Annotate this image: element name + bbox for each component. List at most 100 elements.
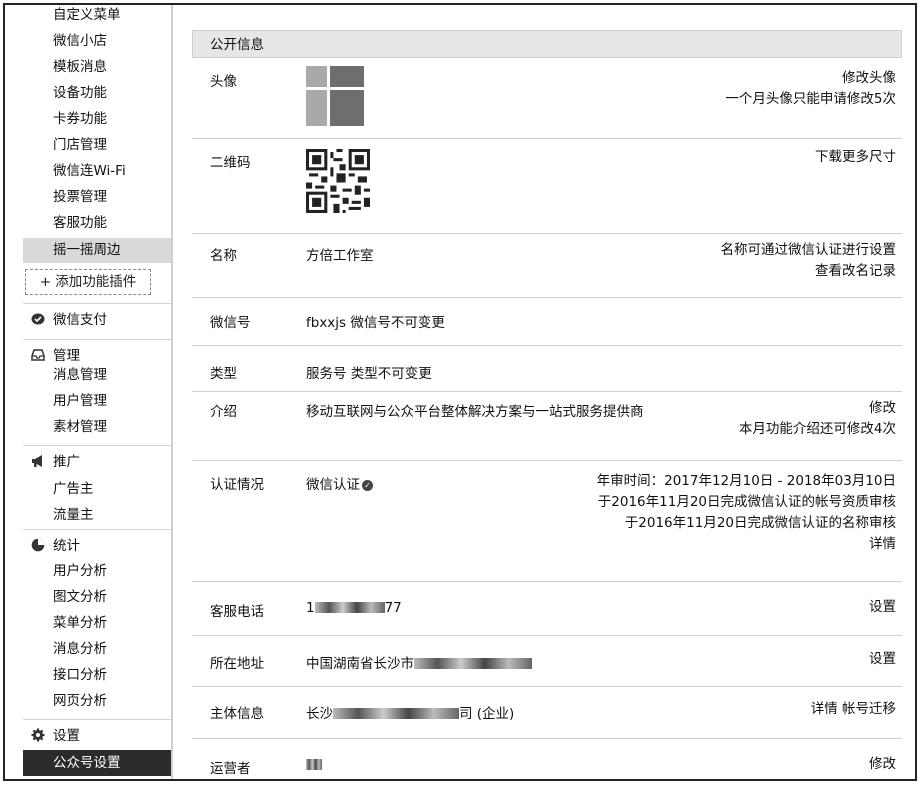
sidebar-item-advertiser[interactable]: 广告主 <box>53 477 94 501</box>
row-avatar: 头像 修改头像 一个月头像只能申请修改5次 <box>192 58 902 139</box>
set-phone-link[interactable]: 设置 <box>869 597 896 618</box>
sidebar-group-promote-label: 推广 <box>53 454 80 470</box>
row-label: 名称 <box>210 248 237 264</box>
sidebar-group-manage-label: 管理 <box>53 348 80 364</box>
rename-history-link[interactable]: 查看改名记录 <box>721 261 896 282</box>
pie-chart-icon <box>31 538 45 552</box>
section-title: 公开信息 <box>192 30 902 58</box>
sidebar-separator <box>171 5 173 779</box>
inbox-icon <box>31 349 45 361</box>
add-plugin-button[interactable]: + 添加功能插件 <box>25 269 151 295</box>
gear-icon <box>31 728 45 742</box>
sidebar-item-wechat-store[interactable]: 微信小店 <box>53 29 107 53</box>
sidebar: 自定义菜单 微信小店 模板消息 设备功能 卡券功能 门店管理 微信连Wi-Fi … <box>5 5 171 779</box>
redacted-blur <box>414 658 532 669</box>
row-name: 名称 方倍工作室 名称可通过微信认证进行设置 查看改名记录 <box>192 234 902 298</box>
download-qr-link[interactable]: 下载更多尺寸 <box>815 147 896 168</box>
sidebar-item-web-analysis[interactable]: 网页分析 <box>53 689 107 713</box>
row-entity: 主体信息 长沙 司 (企业) 详情 帐号迁移 <box>192 687 902 739</box>
intro-value: 移动互联网与公众平台整体解决方案与一站式服务提供商 <box>306 404 644 420</box>
sidebar-item-wifi[interactable]: 微信连Wi-Fi <box>53 159 126 183</box>
edit-intro-link[interactable]: 修改 <box>739 398 896 419</box>
verification-status: 微信认证 ✓ <box>306 473 373 493</box>
divider <box>23 339 171 340</box>
row-label: 微信号 <box>210 315 251 331</box>
divider <box>23 529 171 530</box>
annual-review-time: 年审时间：2017年12月10日 - 2018年03月10日 <box>596 473 896 489</box>
row-address: 所在地址 中国湖南省长沙市 设置 <box>192 636 902 687</box>
sidebar-item-customer-service[interactable]: 客服功能 <box>53 211 107 235</box>
row-wechat-id: 微信号 fbxxjs 微信号不可变更 <box>192 298 902 346</box>
avatar-note: 一个月头像只能申请修改5次 <box>725 91 896 107</box>
sidebar-group-stats-label: 统计 <box>53 538 80 554</box>
qualification-review: 于2016年11月20日完成微信认证的帐号资质审核 <box>597 494 896 510</box>
wechat-id-value: fbxxjs 微信号不可变更 <box>306 315 445 331</box>
sidebar-group-promote: 推广 <box>31 451 80 473</box>
row-label: 二维码 <box>210 155 251 171</box>
row-label: 主体信息 <box>210 706 264 722</box>
sidebar-item-api-analysis[interactable]: 接口分析 <box>53 663 107 687</box>
qr-code-image <box>306 149 370 213</box>
row-label: 头像 <box>210 74 237 90</box>
sidebar-group-pay-label: 微信支付 <box>53 312 107 328</box>
sidebar-item-materials[interactable]: 素材管理 <box>53 415 107 439</box>
sidebar-group-pay[interactable]: 微信支付 <box>31 309 107 331</box>
entity-prefix: 长沙 <box>306 706 333 722</box>
entity-details-link[interactable]: 详情 <box>811 701 838 717</box>
sidebar-item-user-analysis[interactable]: 用户分析 <box>53 559 107 583</box>
redacted-blur <box>333 708 459 719</box>
verification-text: 微信认证 <box>306 477 360 493</box>
sidebar-item-custom-menu[interactable]: 自定义菜单 <box>53 5 121 27</box>
row-verification: 认证情况 微信认证 ✓ 年审时间：2017年12月10日 - 2018年03月10… <box>192 461 902 582</box>
row-label: 介绍 <box>210 404 237 420</box>
set-address-link[interactable]: 设置 <box>869 649 896 670</box>
redacted-blur <box>306 759 322 770</box>
sidebar-group-settings-label: 设置 <box>53 728 80 744</box>
divider <box>23 445 171 446</box>
row-phone: 客服电话 1 77 设置 <box>192 582 902 636</box>
account-name: 方倍工作室 <box>306 248 374 264</box>
edit-operator-link[interactable]: 修改 <box>869 754 896 775</box>
sidebar-item-users[interactable]: 用户管理 <box>53 389 107 413</box>
row-label: 类型 <box>210 366 237 382</box>
sidebar-item-menu-analysis[interactable]: 菜单分析 <box>53 611 107 635</box>
divider <box>23 719 171 720</box>
name-review: 于2016年11月20日完成微信认证的名称审核 <box>624 515 896 531</box>
wechat-pay-icon <box>31 313 45 325</box>
entity-value: 长沙 司 (企业) <box>306 702 514 722</box>
sidebar-group-settings: 设置 <box>31 725 80 747</box>
phone-prefix: 1 <box>306 600 315 616</box>
row-intro: 介绍 移动互联网与公众平台整体解决方案与一站式服务提供商 修改 本月功能介绍还可… <box>192 392 902 461</box>
row-label: 运营者 <box>210 761 251 777</box>
row-operator: 运营者 修改 <box>192 739 902 779</box>
address-value: 中国湖南省长沙市 <box>306 652 532 672</box>
name-verify-link[interactable]: 名称可通过微信认证进行设置 <box>721 240 897 261</box>
redacted-blur <box>314 602 385 613</box>
sidebar-item-stores[interactable]: 门店管理 <box>53 133 107 157</box>
sidebar-item-message-analysis[interactable]: 消息分析 <box>53 637 107 661</box>
account-type-value: 服务号 类型不可变更 <box>306 366 432 382</box>
sidebar-item-article-analysis[interactable]: 图文分析 <box>53 585 107 609</box>
sidebar-group-stats: 统计 <box>31 535 80 557</box>
sidebar-item-template-message[interactable]: 模板消息 <box>53 55 107 79</box>
row-type: 类型 服务号 类型不可变更 <box>192 346 902 392</box>
phone-suffix: 77 <box>384 600 402 616</box>
phone-value: 1 77 <box>306 600 402 616</box>
change-avatar-link[interactable]: 修改头像 <box>725 68 896 89</box>
megaphone-icon <box>32 455 42 467</box>
sidebar-item-shake[interactable]: 摇一摇周边 <box>53 238 121 262</box>
sidebar-item-messages[interactable]: 消息管理 <box>53 363 107 387</box>
row-label: 认证情况 <box>210 477 264 493</box>
divider <box>23 303 171 304</box>
sidebar-item-vote[interactable]: 投票管理 <box>53 185 107 209</box>
verification-details-link[interactable]: 详情 <box>597 534 896 555</box>
account-migrate-link[interactable]: 帐号迁移 <box>842 701 896 717</box>
verified-check-icon: ✓ <box>362 480 373 491</box>
sidebar-item-traffic[interactable]: 流量主 <box>53 503 94 527</box>
entity-suffix: 司 (企业) <box>459 706 515 722</box>
sidebar-item-device[interactable]: 设备功能 <box>53 81 107 105</box>
sidebar-item-account-settings[interactable]: 公众号设置 <box>53 751 121 775</box>
window: 自定义菜单 微信小店 模板消息 设备功能 卡券功能 门店管理 微信连Wi-Fi … <box>3 3 917 781</box>
main-content: 公开信息 头像 修改头像 一个月头像只能申请修改5次 二维码 下载更多尺寸 名称… <box>192 30 902 779</box>
sidebar-item-cards[interactable]: 卡券功能 <box>53 107 107 131</box>
